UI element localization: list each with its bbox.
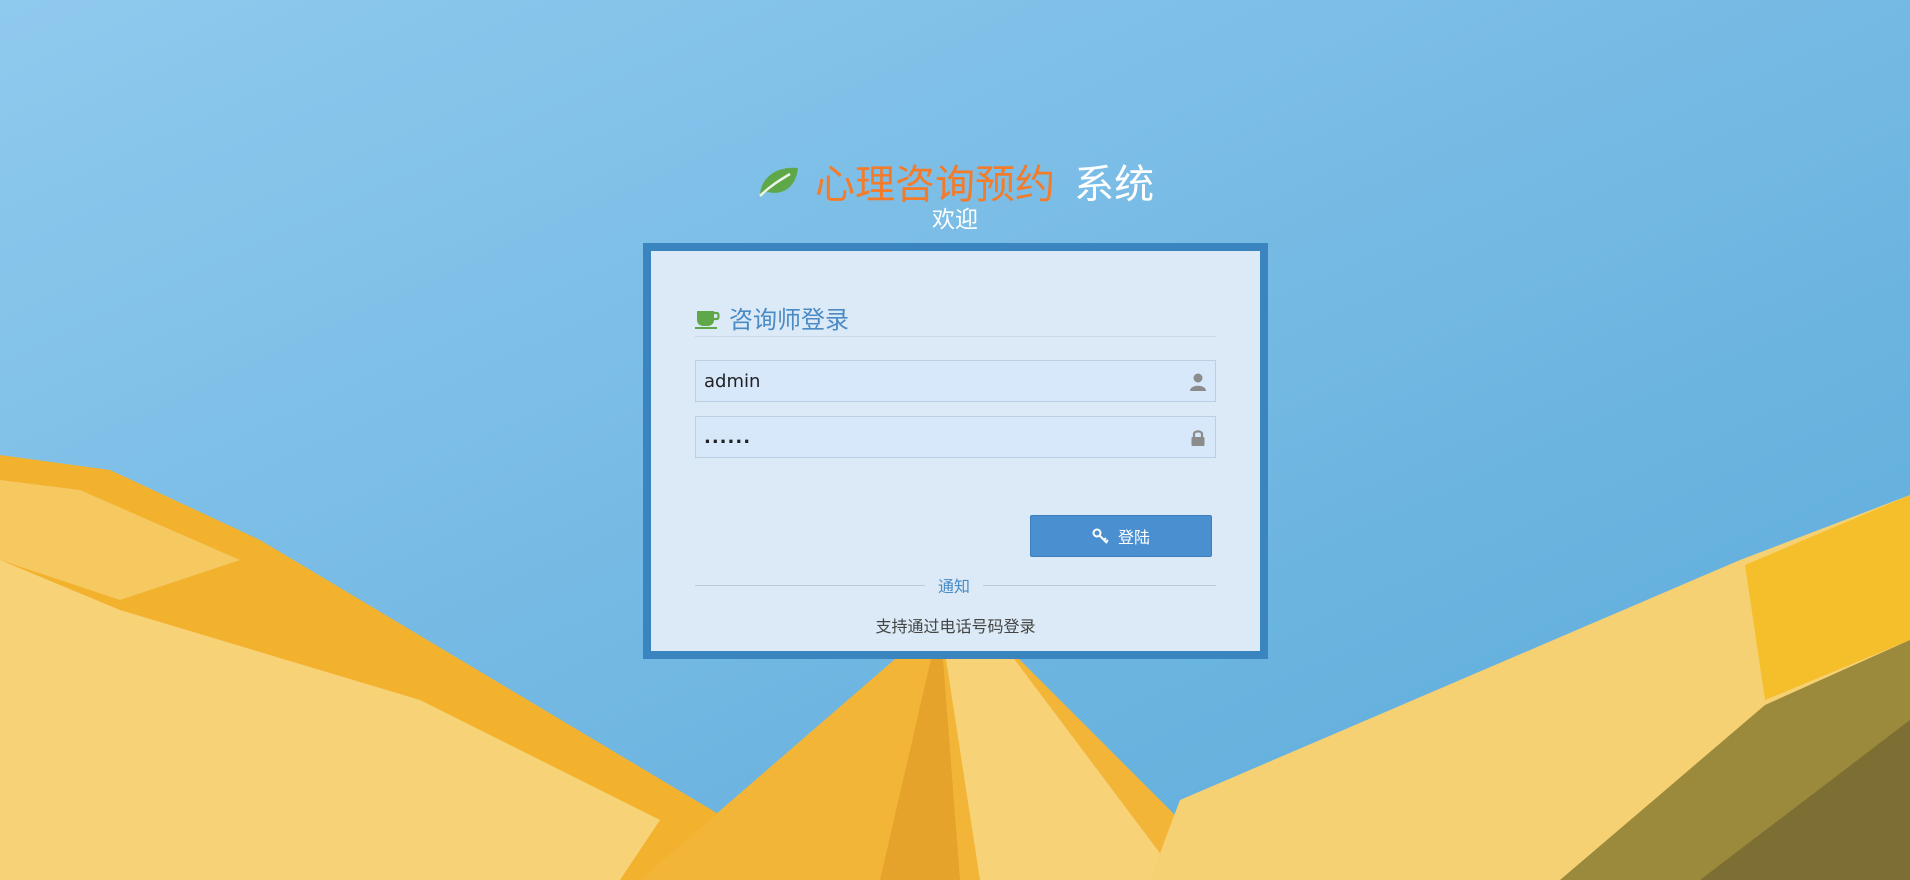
login-title: 咨询师登录 <box>729 306 849 334</box>
notice-text: 支持通过电话号码登录 <box>875 617 1036 636</box>
login-frame: 咨询师登录 登陆 通知 支持通过电话号码登录 <box>643 243 1268 659</box>
username-field <box>695 360 1216 402</box>
lock-icon <box>1191 430 1205 446</box>
coffee-cup-icon <box>695 310 720 329</box>
key-icon <box>1092 528 1109 544</box>
login-panel: 咨询师登录 登陆 通知 支持通过电话号码登录 <box>651 251 1260 651</box>
welcome-text: 欢迎 <box>932 207 978 233</box>
password-field <box>695 416 1216 458</box>
login-button[interactable]: 登陆 <box>1030 515 1212 557</box>
notice-divider-left <box>695 585 925 586</box>
notice-title: 通知 <box>937 577 970 596</box>
username-input[interactable] <box>696 361 1215 401</box>
leaf-icon <box>759 167 798 197</box>
login-button-label: 登陆 <box>1117 528 1150 547</box>
notice-divider-right <box>983 585 1216 586</box>
password-input[interactable] <box>696 417 1215 457</box>
login-header: 咨询师登录 <box>695 299 1216 337</box>
user-icon <box>1190 373 1206 391</box>
